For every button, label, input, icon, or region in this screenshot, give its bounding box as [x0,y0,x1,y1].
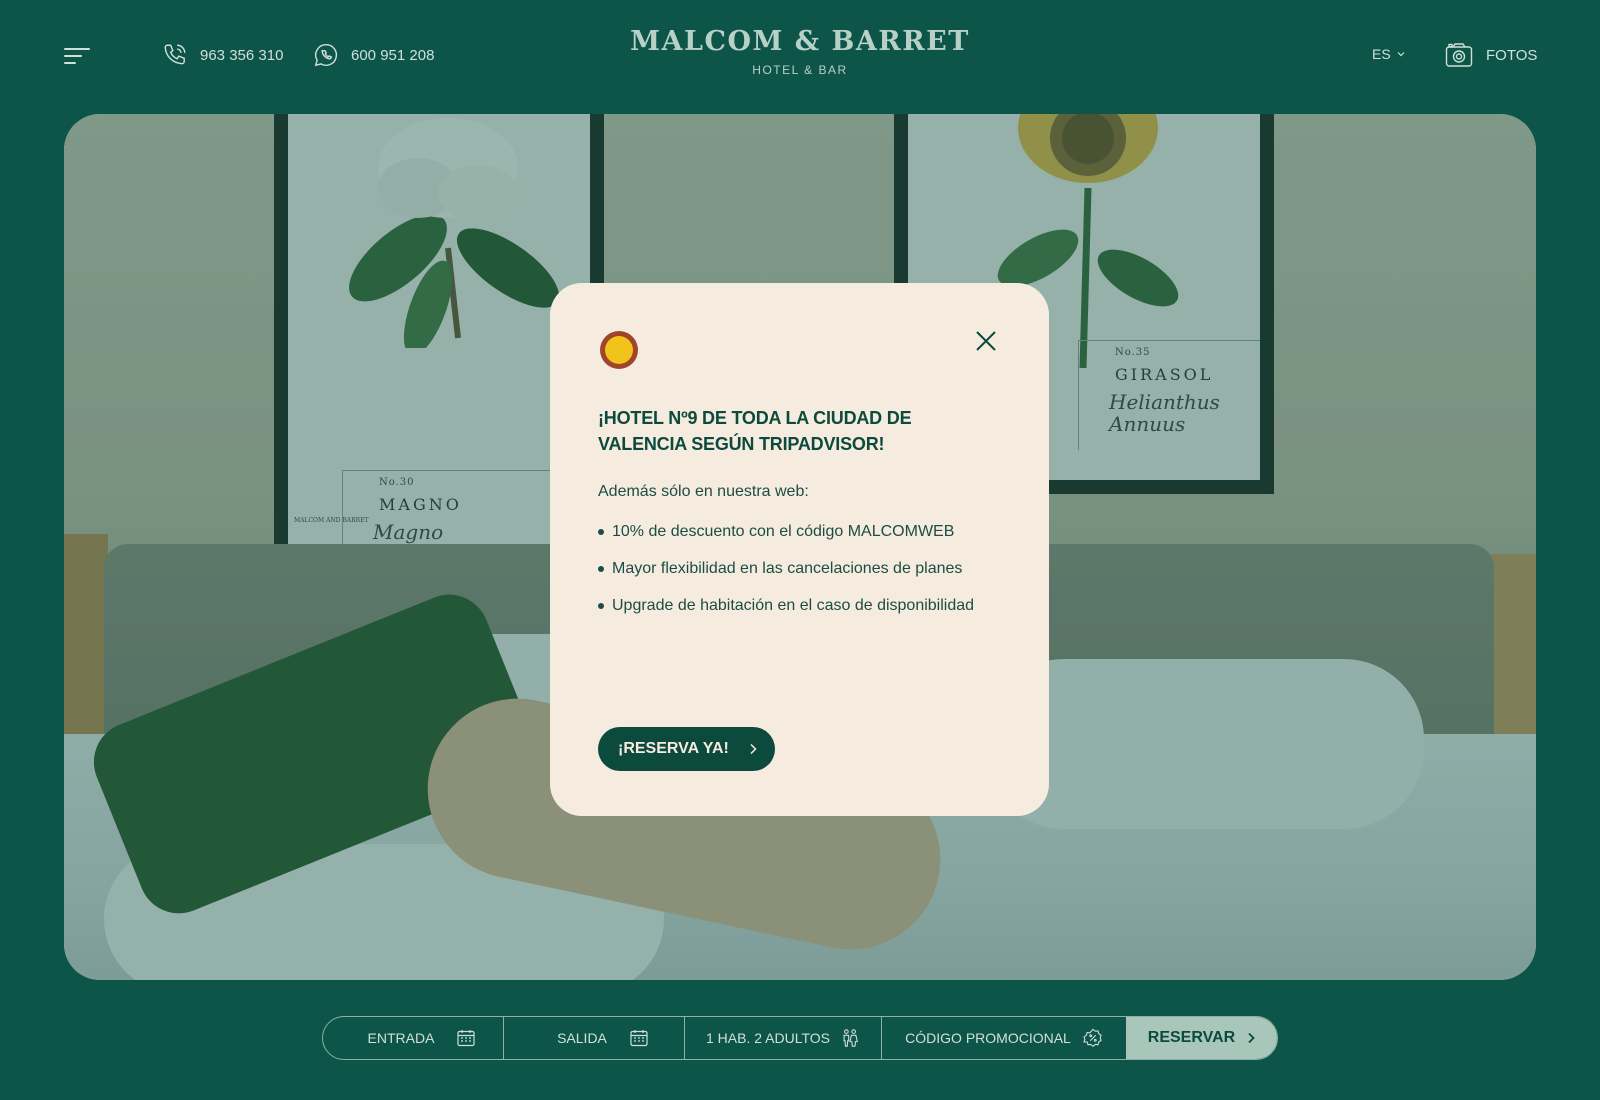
whatsapp-icon [314,44,338,67]
phone-link[interactable]: 963 356 310 [162,42,283,68]
chevron-right-icon [750,743,757,755]
close-button[interactable] [974,329,998,353]
modal-intro: Además sólo en nuestra web: [598,483,809,500]
brand-logo[interactable]: MALCOM & BARRET HOTEL & BAR [600,26,1000,77]
chevron-right-icon [1248,1032,1255,1044]
checkout-field[interactable]: SALIDA [504,1017,685,1059]
benefit-item: Upgrade de habitación en el caso de disp… [598,593,978,618]
language-selector[interactable]: ES [1372,46,1405,62]
phone-number: 963 356 310 [200,46,284,64]
brand-subtitle: HOTEL & BAR [752,63,848,77]
checkout-label: SALIDA [557,1030,607,1046]
camera-icon [1445,43,1473,67]
menu-icon[interactable] [64,46,90,66]
guests-label: 1 HAB. 2 ADULTOS [706,1030,830,1046]
book-now-button[interactable]: ¡RESERVA YA! [598,727,775,771]
reserve-label: RESERVAR [1147,1029,1236,1046]
site-header: 963 356 310 600 951 208 MALCOM & BARRET … [0,0,1600,114]
promo-code-field[interactable]: CÓDIGO PROMOCIONAL [882,1017,1126,1059]
people-icon [843,1029,858,1047]
promo-modal: ¡HOTEL Nº9 DE TODA LA CIUDAD DE VALENCIA… [550,283,1049,816]
benefits-list: 10% de descuento con el código MALCOMWEB… [598,519,978,630]
booking-bar: ENTRADA SALIDA 1 HAB. 2 ADULTOS CÓDIGO P… [322,1016,1278,1060]
discount-tag-icon [1083,1028,1102,1047]
photos-label: FOTOS [1486,46,1538,64]
benefit-item: Mayor flexibilidad en las cancelaciones … [598,556,978,581]
benefit-item: 10% de descuento con el código MALCOMWEB [598,519,978,544]
whatsapp-number: 600 951 208 [351,46,435,64]
brand-name: MALCOM & BARRET [630,26,970,57]
checkin-field[interactable]: ENTRADA [323,1017,504,1059]
phone-icon [164,44,186,65]
book-now-label: ¡RESERVA YA! [618,740,729,757]
close-icon [976,331,996,351]
calendar-icon [630,1030,648,1047]
modal-title: ¡HOTEL Nº9 DE TODA LA CIUDAD DE VALENCIA… [598,408,912,454]
photos-link[interactable]: FOTOS [1444,40,1537,70]
promo-label: CÓDIGO PROMOCIONAL [905,1030,1071,1046]
award-badge-icon [600,331,638,369]
guests-selector[interactable]: 1 HAB. 2 ADULTOS [685,1017,882,1059]
calendar-icon [457,1030,476,1047]
chevron-down-icon [1397,52,1405,57]
language-label: ES [1372,46,1391,62]
reserve-button[interactable]: RESERVAR [1126,1017,1277,1059]
checkin-label: ENTRADA [367,1030,435,1046]
whatsapp-link[interactable]: 600 951 208 [313,42,434,68]
